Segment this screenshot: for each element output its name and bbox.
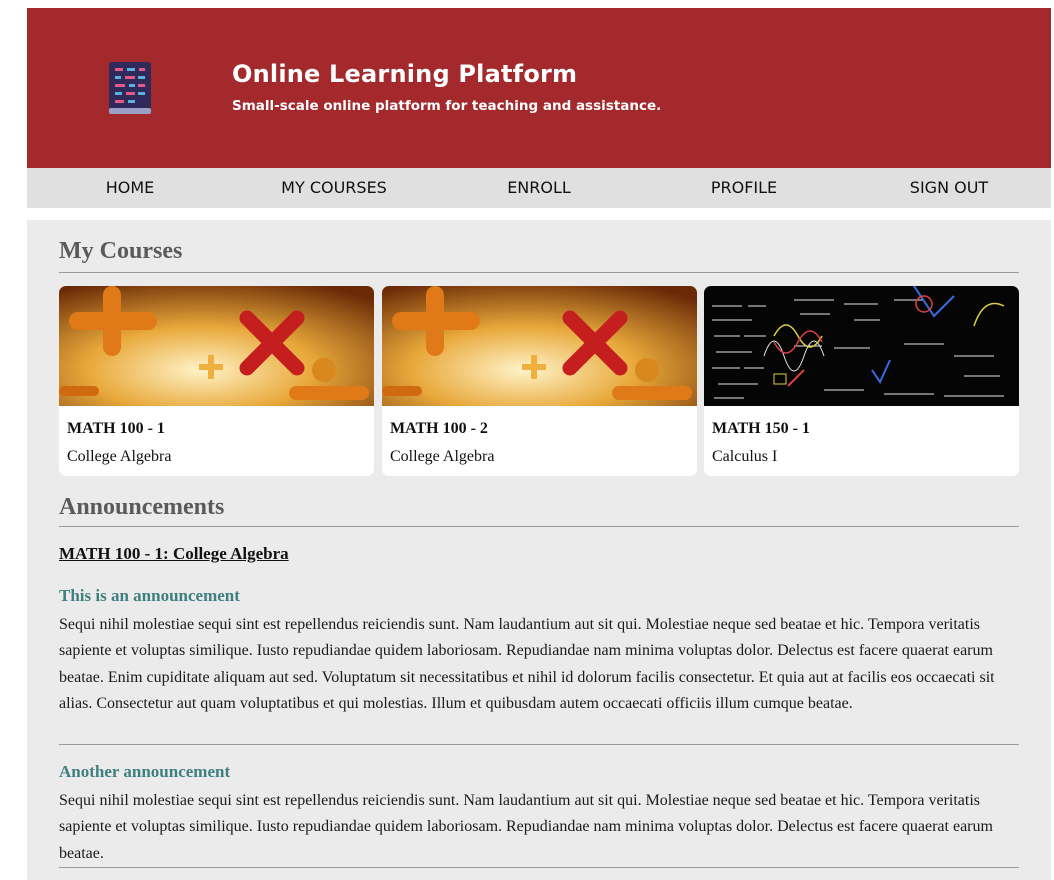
nav-sign-out[interactable]: SIGN OUT xyxy=(910,178,988,197)
book-icon xyxy=(109,62,151,114)
math-symbols-image xyxy=(59,286,374,406)
site-title: Online Learning Platform xyxy=(232,60,578,88)
course-name: College Algebra xyxy=(390,448,495,465)
divider xyxy=(59,744,1019,745)
course-code: MATH 100 - 2 xyxy=(390,420,488,437)
divider xyxy=(59,867,1019,868)
nav-my-courses[interactable]: MY COURSES xyxy=(281,178,387,197)
announcement-body: Sequi nihil molestiae sequi sint est rep… xyxy=(59,616,995,713)
announcements-title: Announcements xyxy=(59,494,225,520)
course-card[interactable]: MATH 150 - 1 Calculus I xyxy=(704,286,1019,476)
course-name: Calculus I xyxy=(712,448,778,465)
course-name: College Algebra xyxy=(67,448,172,465)
site-header: Online Learning Platform Small-scale onl… xyxy=(27,8,1051,168)
math-symbols-image xyxy=(382,286,697,406)
divider xyxy=(59,526,1019,527)
site-subtitle: Small-scale online platform for teaching… xyxy=(232,98,662,114)
course-card[interactable]: MATH 100 - 2 College Algebra xyxy=(382,286,697,476)
nav-profile[interactable]: PROFILE xyxy=(711,178,777,197)
announcement-title: Another announcement xyxy=(59,762,231,781)
announcement-course-link[interactable]: MATH 100 - 1: College Algebra xyxy=(59,544,289,564)
divider xyxy=(59,272,1019,273)
announcement-title: This is an announcement xyxy=(59,586,240,605)
my-courses-title: My Courses xyxy=(59,238,183,264)
announcement-body: Sequi nihil molestiae sequi sint est rep… xyxy=(59,792,993,862)
course-card[interactable]: MATH 100 - 1 College Algebra xyxy=(59,286,374,476)
course-code: MATH 150 - 1 xyxy=(712,420,810,437)
chalkboard-equations-image xyxy=(704,286,1019,406)
nav-home[interactable]: HOME xyxy=(106,178,155,197)
nav-enroll[interactable]: ENROLL xyxy=(507,178,571,197)
course-code: MATH 100 - 1 xyxy=(67,420,165,437)
main-content: My Courses MATH 100 - 1 College Algebra xyxy=(27,220,1051,880)
main-nav: HOME MY COURSES ENROLL PROFILE SIGN OUT xyxy=(27,168,1051,208)
